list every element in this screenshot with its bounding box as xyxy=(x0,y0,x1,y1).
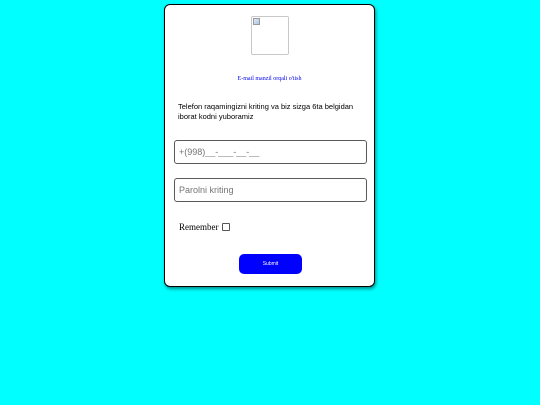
logo-image xyxy=(251,16,289,55)
remember-label: Remember xyxy=(179,222,219,232)
phone-instructions-text: Telefon raqamingizni kriting va biz sizg… xyxy=(178,102,354,121)
broken-image-icon xyxy=(253,18,260,25)
login-card: E-mail manzil orqali o'tish Telefon raqa… xyxy=(164,4,375,287)
phone-input[interactable] xyxy=(174,140,367,164)
submit-button[interactable]: Submit xyxy=(239,254,302,274)
email-login-link[interactable]: E-mail manzil orqali o'tish xyxy=(165,76,374,82)
password-input[interactable] xyxy=(174,178,367,202)
remember-checkbox[interactable] xyxy=(221,223,230,231)
remember-row: Remember xyxy=(179,222,230,232)
